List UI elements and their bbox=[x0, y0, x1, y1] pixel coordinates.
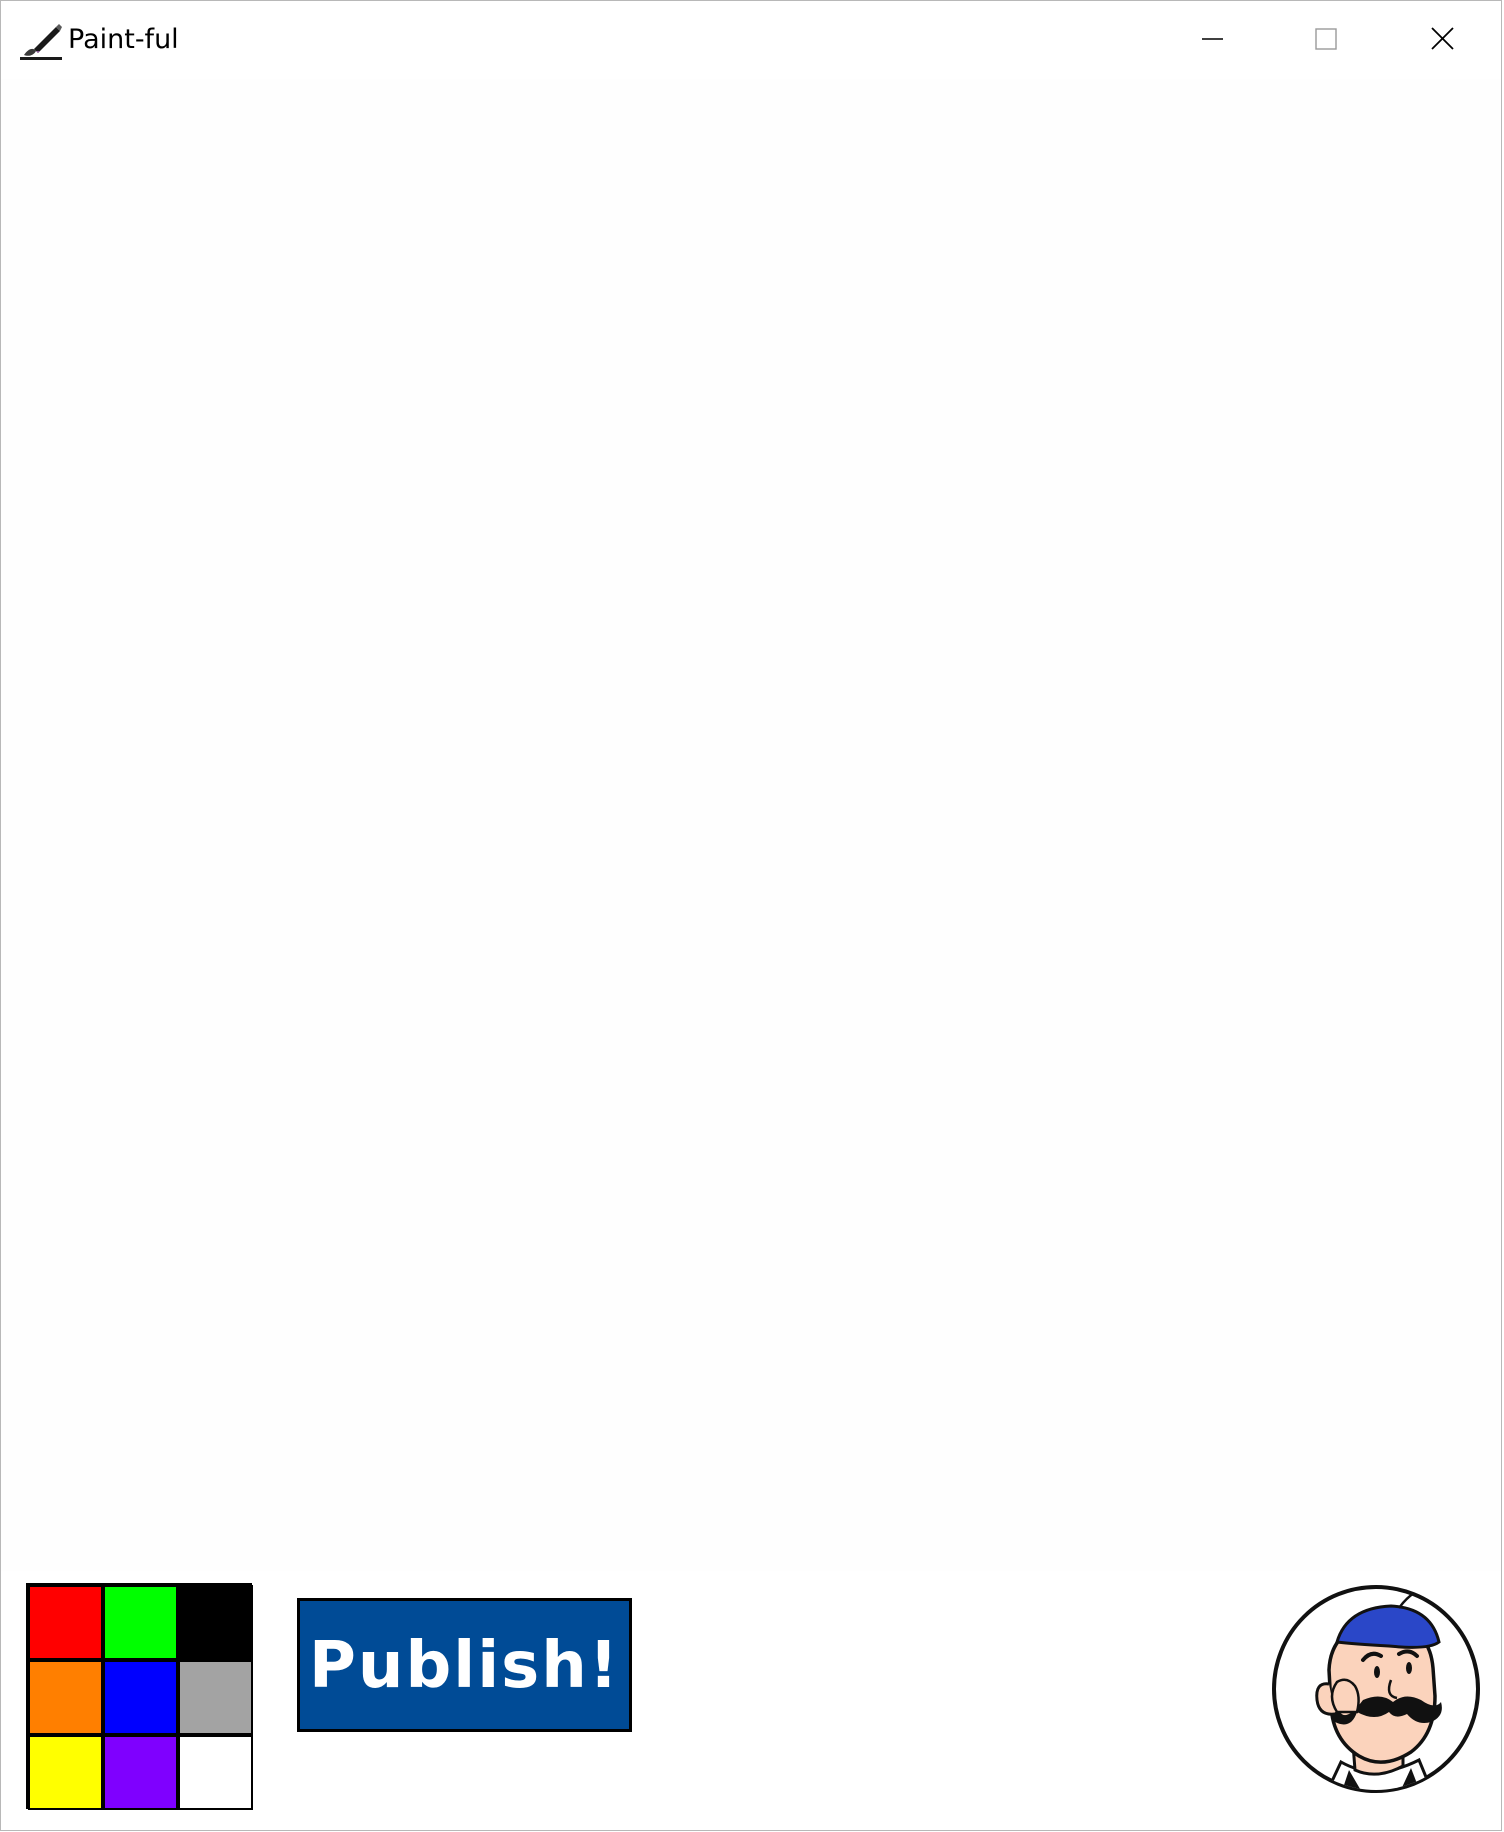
close-icon bbox=[1431, 27, 1454, 50]
app-window: Paint-ful Publish! bbox=[0, 0, 1502, 1831]
mascot-avatar-icon[interactable] bbox=[1271, 1584, 1481, 1794]
title-bar[interactable]: Paint-ful bbox=[1, 1, 1501, 79]
color-swatch-blue[interactable] bbox=[103, 1660, 178, 1735]
color-swatch-yellow[interactable] bbox=[28, 1735, 103, 1810]
window-title: Paint-ful bbox=[68, 24, 179, 55]
color-swatch-orange[interactable] bbox=[28, 1660, 103, 1735]
color-swatch-black[interactable] bbox=[178, 1585, 253, 1660]
publish-button[interactable]: Publish! bbox=[297, 1598, 632, 1732]
close-button[interactable] bbox=[1383, 1, 1497, 75]
minimize-button[interactable] bbox=[1155, 1, 1269, 75]
color-swatch-green[interactable] bbox=[103, 1585, 178, 1660]
color-swatch-purple[interactable] bbox=[103, 1735, 178, 1810]
color-palette bbox=[26, 1583, 253, 1810]
color-swatch-white[interactable] bbox=[178, 1735, 253, 1810]
maximize-button[interactable] bbox=[1269, 1, 1383, 75]
color-swatch-gray[interactable] bbox=[178, 1660, 253, 1735]
paintbrush-icon bbox=[20, 24, 62, 60]
minimize-icon bbox=[1202, 38, 1223, 40]
drawing-canvas[interactable] bbox=[1, 79, 1501, 1571]
maximize-icon bbox=[1315, 28, 1337, 50]
color-swatch-red[interactable] bbox=[28, 1585, 103, 1660]
